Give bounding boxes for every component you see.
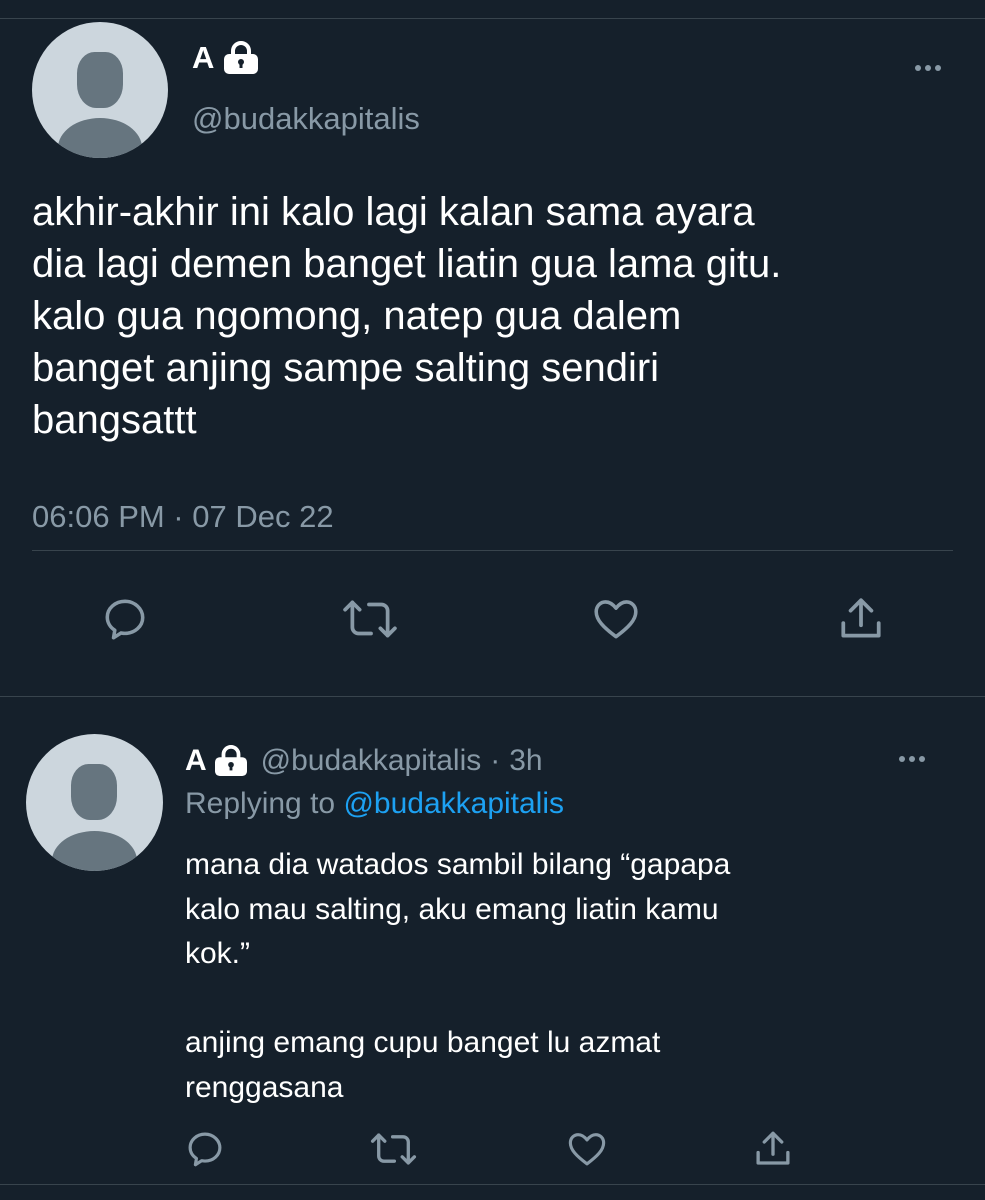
replying-to-label: Replying to: [185, 787, 336, 820]
separator-dot: ·: [490, 744, 501, 777]
author-handle[interactable]: @budakkapitalis: [261, 744, 482, 778]
reply-header: A @budakkapitalis · 3h: [185, 744, 543, 778]
more-options-icon[interactable]: [899, 756, 925, 762]
bottom-divider: [0, 1184, 985, 1185]
tweet-text-line: banget anjing sampe salting sendiri: [32, 346, 660, 390]
reply-text-line: anjing emang cupu banget lu azmat: [185, 1026, 661, 1059]
display-name[interactable]: A: [185, 744, 207, 778]
tweet-text-line: dia lagi demen banget liatin gua lama gi…: [32, 242, 782, 286]
share-icon[interactable]: [752, 1128, 794, 1170]
retweet-icon[interactable]: [342, 594, 398, 644]
retweet-icon[interactable]: [370, 1128, 417, 1170]
avatar-head: [77, 52, 123, 108]
tweet-text-line: kalo gua ngomong, natep gua dalem: [32, 294, 682, 338]
reply-text-line: renggasana: [185, 1070, 344, 1104]
reply-text-line: kalo mau salting, aku emang liatin kamu: [185, 892, 719, 926]
lock-icon: [222, 41, 260, 75]
reply-icon[interactable]: [184, 1128, 226, 1170]
divider: [32, 550, 953, 551]
tweet-separator: [0, 696, 985, 697]
reply-text-line: kok.”: [185, 937, 251, 970]
avatar-body: [52, 831, 137, 871]
reply-text-line: [185, 977, 730, 1022]
replying-to-mention[interactable]: @budakkapitalis: [343, 787, 564, 820]
like-icon[interactable]: [590, 594, 642, 644]
author-name-row[interactable]: A: [192, 40, 260, 76]
replying-to: Replying to @budakkapitalis: [185, 787, 564, 821]
share-icon[interactable]: [836, 594, 886, 644]
reply-text: mana dia watados sambil bilang “gapapa k…: [185, 843, 730, 1110]
avatar-body: [58, 118, 142, 158]
author-handle[interactable]: @budakkapitalis: [192, 101, 420, 137]
tweet-time[interactable]: 3h: [509, 744, 542, 778]
lock-icon: [213, 745, 249, 777]
display-name[interactable]: A: [192, 40, 214, 76]
reply-text-line: mana dia watados sambil bilang “gapapa: [185, 848, 731, 881]
avatar-head: [71, 764, 117, 820]
avatar[interactable]: [26, 734, 163, 871]
more-options-icon[interactable]: [915, 65, 941, 71]
like-icon[interactable]: [565, 1128, 609, 1170]
avatar[interactable]: [32, 22, 168, 158]
tweet-text-line: akhir-akhir ini kalo lagi kalan sama aya…: [32, 190, 755, 234]
tweet-text: akhir-akhir ini kalo lagi kalan sama aya…: [32, 186, 962, 446]
tweet-timestamp[interactable]: 06:06 PM · 07 Dec 22: [32, 499, 334, 535]
tweet-text-line: bangsattt: [32, 398, 197, 442]
reply-icon[interactable]: [100, 594, 150, 644]
